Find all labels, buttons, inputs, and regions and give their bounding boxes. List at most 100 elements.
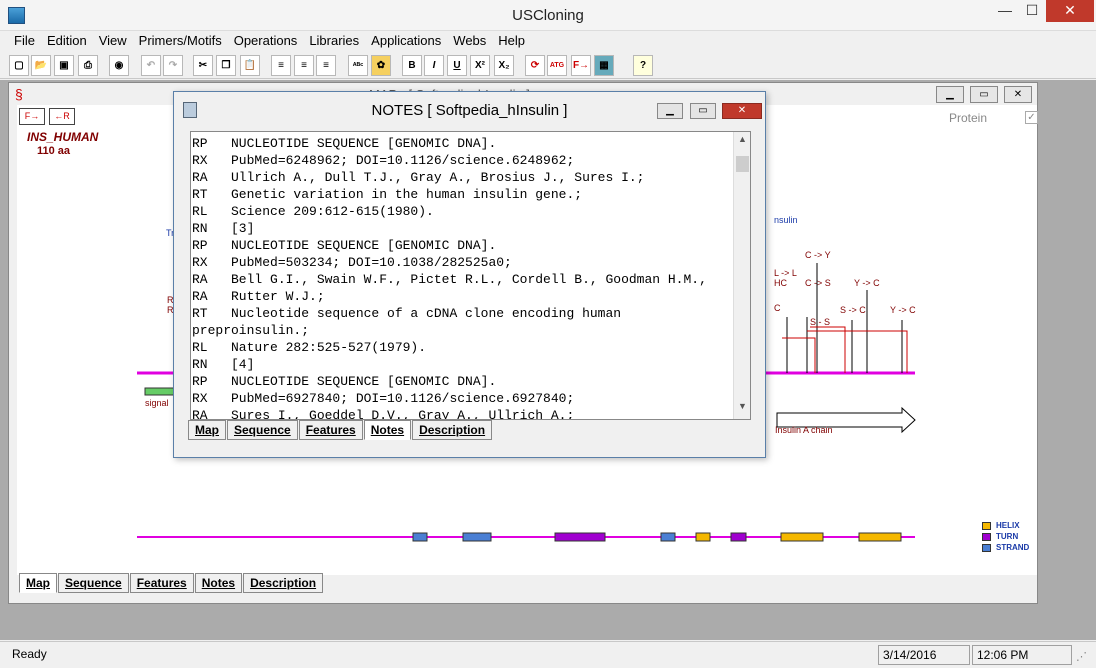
subscript-icon[interactable]: X₂: [494, 55, 514, 76]
app-title: USCloning: [512, 7, 584, 24]
bold-icon[interactable]: B: [402, 55, 422, 76]
menu-view[interactable]: View: [93, 31, 133, 51]
label-lv: L -> L: [774, 268, 797, 278]
label-s-s: S - S: [810, 317, 831, 327]
notes-minimize-button[interactable]: ▁: [657, 103, 683, 119]
label-c: C: [774, 303, 781, 313]
cut-icon[interactable]: ✂: [193, 55, 213, 76]
scroll-thumb[interactable]: [736, 156, 749, 172]
primer-icon[interactable]: F→: [571, 55, 591, 76]
palette-icon[interactable]: ✿: [371, 55, 391, 76]
status-bar: Ready 3/14/2016 12:06 PM ⋰: [0, 641, 1096, 668]
notes-window: NOTES [ Softpedia_hInsulin ] ▁ ▭ ✕ RP NU…: [173, 91, 766, 458]
tab-description[interactable]: Description: [243, 573, 324, 593]
align-right-icon[interactable]: ≡: [316, 55, 336, 76]
paste-icon[interactable]: 📋: [240, 55, 260, 76]
label-yc2: Y -> C: [890, 305, 916, 315]
status-date: 3/14/2016: [878, 645, 970, 665]
status-time: 12:06 PM: [972, 645, 1072, 665]
menu-webs[interactable]: Webs: [447, 31, 492, 51]
notes-maximize-button[interactable]: ▭: [690, 103, 716, 119]
notes-text: RP NUCLEOTIDE SEQUENCE [GENOMIC DNA]. RX…: [192, 136, 707, 420]
map-close-button[interactable]: ✕: [1004, 86, 1032, 103]
scroll-up-icon[interactable]: ▲: [734, 134, 750, 150]
notes-tab-map[interactable]: Map: [188, 420, 226, 440]
tab-map[interactable]: Map: [19, 573, 57, 593]
notes-text-area[interactable]: RP NUCLEOTIDE SEQUENCE [GENOMIC DNA]. RX…: [190, 131, 751, 420]
turn-swatch: [982, 532, 991, 541]
notes-tab-description[interactable]: Description: [412, 420, 493, 440]
tab-label: Description: [250, 576, 317, 590]
label-yc1: Y -> C: [854, 278, 880, 288]
menu-bar: File Edition View Primers/Motifs Operati…: [0, 31, 1096, 51]
label-cs: C -> S: [805, 278, 831, 288]
close-button[interactable]: ✕: [1046, 0, 1094, 22]
scroll-down-icon[interactable]: ▼: [734, 401, 750, 417]
legend-label: HELIX: [996, 521, 1020, 530]
dna-icon: §: [15, 86, 23, 102]
label-signal: signal: [145, 398, 169, 408]
atg-icon[interactable]: ATG: [547, 55, 567, 76]
notes-caption: NOTES [ Softpedia_hInsulin ] ▁ ▭ ✕: [174, 92, 765, 126]
helix-swatch: [982, 521, 991, 530]
notes-tab-features[interactable]: Features: [298, 420, 363, 440]
minimize-button[interactable]: —: [992, 0, 1018, 22]
refresh-icon[interactable]: ⟳: [525, 55, 545, 76]
help-icon[interactable]: ?: [633, 55, 653, 76]
strand-swatch: [982, 543, 991, 552]
notes-close-button[interactable]: ✕: [722, 103, 762, 119]
tab-sequence[interactable]: Sequence: [58, 573, 129, 593]
superscript-icon[interactable]: X²: [470, 55, 490, 76]
legend-item-helix: HELIX: [982, 521, 1029, 530]
legend-label: TURN: [996, 532, 1019, 541]
copy-icon[interactable]: ❐: [216, 55, 236, 76]
legend-label: STRAND: [996, 543, 1030, 552]
tab-label: Sequence: [65, 576, 122, 590]
tab-label: Description: [419, 423, 486, 437]
menu-applications[interactable]: Applications: [365, 31, 447, 51]
legend-item-strand: STRAND: [982, 543, 1029, 552]
map-tabs: Map Sequence Features Notes Description: [19, 573, 324, 593]
tab-label: Map: [26, 576, 50, 590]
undo-icon[interactable]: ↶: [141, 55, 161, 76]
tab-features[interactable]: Features: [129, 573, 194, 593]
notes-tab-notes[interactable]: Notes: [363, 420, 412, 440]
map-minimize-button[interactable]: ▁: [936, 86, 964, 103]
table-icon[interactable]: ▦: [594, 55, 614, 76]
notes-tab-sequence[interactable]: Sequence: [227, 420, 298, 440]
camera-icon[interactable]: ◉: [109, 55, 129, 76]
tab-label: Map: [195, 423, 219, 437]
print-icon[interactable]: ⎙: [78, 55, 98, 76]
new-icon[interactable]: ▢: [9, 55, 29, 76]
italic-icon[interactable]: I: [424, 55, 444, 76]
toolbar: ▢ 📂 ▣ ⎙ ◉ ↶ ↷ ✂ ❐ 📋 ≡ ≡ ≡ ᴬᴮᶜ ✿ B I U X²…: [0, 52, 1096, 79]
label-cy: C -> Y: [805, 250, 831, 260]
abc-icon[interactable]: ᴬᴮᶜ: [348, 55, 368, 76]
tab-label: Notes: [370, 423, 405, 437]
save-icon[interactable]: ▣: [54, 55, 74, 76]
menu-file[interactable]: File: [8, 31, 41, 51]
tab-label: Features: [136, 576, 187, 590]
title-bar: USCloning — ☐ ✕: [0, 0, 1096, 31]
underline-icon[interactable]: U: [447, 55, 467, 76]
label-insulin-a-chain: Insulin A chain: [775, 425, 833, 435]
label-ss: S -> C: [840, 305, 866, 315]
menu-primers-motifs[interactable]: Primers/Motifs: [133, 31, 228, 51]
redo-icon[interactable]: ↷: [163, 55, 183, 76]
notes-scrollbar[interactable]: ▲ ▼: [733, 132, 750, 419]
resize-grip-icon[interactable]: ⋰: [1076, 650, 1087, 663]
status-text: Ready: [12, 647, 47, 661]
align-left-icon[interactable]: ≡: [271, 55, 291, 76]
maximize-button[interactable]: ☐: [1019, 0, 1045, 22]
align-center-icon[interactable]: ≡: [294, 55, 314, 76]
legend: HELIX TURN STRAND: [982, 521, 1029, 552]
tab-label: Sequence: [234, 423, 291, 437]
open-icon[interactable]: 📂: [31, 55, 51, 76]
menu-libraries[interactable]: Libraries: [303, 31, 365, 51]
tab-notes[interactable]: Notes: [194, 573, 243, 593]
label-hc: HC: [774, 278, 787, 288]
menu-edition[interactable]: Edition: [41, 31, 93, 51]
menu-operations[interactable]: Operations: [228, 31, 304, 51]
menu-help[interactable]: Help: [492, 31, 531, 51]
map-restore-button[interactable]: ▭: [970, 86, 998, 103]
